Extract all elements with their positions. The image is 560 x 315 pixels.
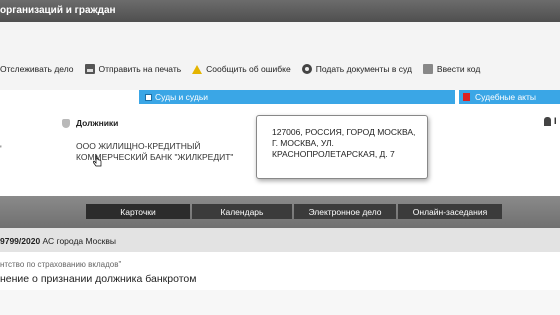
toolbar: Отслеживать дело Отправить на печать Соо… [0, 22, 560, 90]
debtor-name-link[interactable]: ООО ЖИЛИЩНО-КРЕДИТНЫЙ КОММЕРЧЕСКИЙ БАНК … [76, 141, 256, 163]
court-name: АС города Москвы [40, 236, 116, 246]
shield-icon [62, 118, 70, 128]
case-details: нтство по страхованию вкладов" нение о п… [0, 252, 560, 315]
mouse-cursor-icon [93, 155, 102, 167]
window-title: организаций и граждан [0, 0, 560, 22]
pdf-icon [463, 93, 470, 101]
debtors-heading: Должники [62, 118, 118, 128]
tab-courts-judges[interactable]: Суды и судьи [139, 90, 455, 104]
address-tooltip: 127006, РОССИЯ, ГОРОД МОСКВА, Г. МОСКВА,… [256, 115, 428, 179]
left-marker: ' [0, 144, 2, 154]
section-tabs: Суды и судьи Судебные акты [0, 90, 560, 104]
case-nav-bar: Карточки Календарь Электронное дело Онла… [0, 196, 560, 228]
courts-icon [145, 94, 152, 101]
submit-icon [301, 64, 312, 74]
case-number-bar: 9799/2020 АС города Москвы [0, 228, 560, 252]
case-number: 9799/2020 [0, 236, 41, 246]
claimants-heading: І [544, 116, 557, 126]
person-icon [544, 116, 551, 126]
code-icon [422, 64, 433, 74]
print-button[interactable]: Отправить на печать [84, 64, 181, 74]
tab-court-acts[interactable]: Судебные акты [459, 90, 560, 104]
tab-online-hearings[interactable]: Онлайн-заседания [398, 204, 502, 219]
track-case-button[interactable]: Отслеживать дело [0, 64, 74, 74]
tab-cards[interactable]: Карточки [86, 204, 190, 219]
details-footer [0, 290, 560, 315]
submit-documents-button[interactable]: Подать документы в суд [301, 64, 412, 74]
warning-icon [192, 64, 203, 74]
printer-icon [84, 64, 95, 74]
enter-code-button[interactable]: Ввести код [422, 64, 480, 74]
claim-subject: нение о признании должника банкротом [0, 273, 197, 285]
tab-electronic-case[interactable]: Электронное дело [294, 204, 396, 219]
party-name: нтство по страхованию вкладов" [0, 260, 122, 269]
tab-calendar[interactable]: Календарь [192, 204, 292, 219]
report-error-button[interactable]: Сообщить об ошибке [192, 64, 291, 74]
